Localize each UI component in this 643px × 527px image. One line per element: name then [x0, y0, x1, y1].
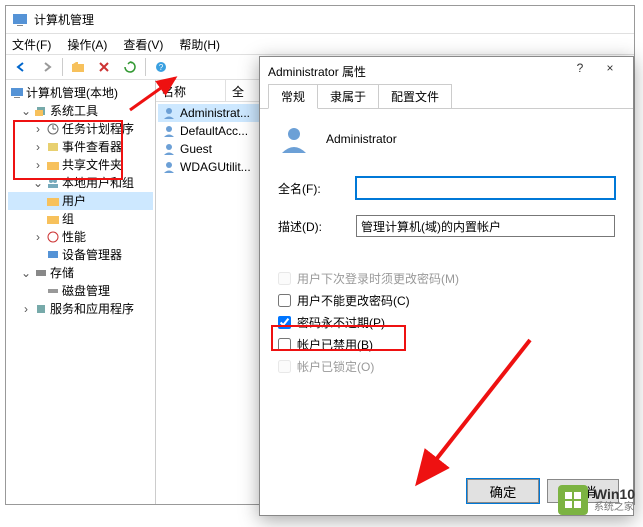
tree-pane[interactable]: 计算机管理(本地) ⌄系统工具 ›任务计划程序 ›事件查看器 ›共享文件夹 ⌄本… [6, 80, 156, 504]
tree-device-manager[interactable]: 设备管理器 [8, 246, 153, 264]
tree-services-apps[interactable]: ›服务和应用程序 [8, 300, 153, 318]
checkbox-change-next-login: 用户下次登录时须更改密码(M) [278, 267, 615, 289]
menubar[interactable]: 文件(F) 操作(A) 查看(V) 帮助(H) [6, 34, 634, 54]
dialog-titlebar[interactable]: Administrator 属性 ? × [260, 57, 633, 85]
menu-view[interactable]: 查看(V) [119, 34, 167, 55]
checkbox-change-next-login-input [278, 272, 291, 285]
fullname-field[interactable] [356, 177, 615, 199]
forward-button[interactable] [36, 56, 58, 78]
ok-button[interactable]: 确定 [467, 479, 539, 503]
menu-action[interactable]: 操作(A) [63, 34, 111, 55]
watermark-line2: 系统之家 [594, 502, 635, 513]
tab-general[interactable]: 常规 [268, 84, 318, 109]
watermark-line1: Win10 [594, 487, 635, 502]
tree-users[interactable]: 用户 [8, 192, 153, 210]
titlebar[interactable]: 计算机管理 [6, 6, 634, 34]
description-field[interactable] [356, 215, 615, 237]
checkbox-account-locked-input [278, 360, 291, 373]
checkbox-account-disabled-input[interactable] [278, 338, 291, 351]
checkbox-cannot-change-input[interactable] [278, 294, 291, 307]
user-icon [278, 123, 310, 155]
tree-groups[interactable]: 组 [8, 210, 153, 228]
tab-member-of[interactable]: 隶属于 [317, 84, 379, 108]
tree-disk-management[interactable]: 磁盘管理 [8, 282, 153, 300]
properties-dialog: Administrator 属性 ? × 常规 隶属于 配置文件 Adminis… [259, 56, 634, 516]
watermark: Win10 系统之家 [558, 485, 635, 515]
tree-storage[interactable]: ⌄存储 [8, 264, 153, 282]
checkbox-never-expire[interactable]: 密码永不过期(P) [278, 311, 615, 333]
help-button[interactable]: ? [150, 56, 172, 78]
tree-performance[interactable]: ›性能 [8, 228, 153, 246]
account-name: Administrator [326, 132, 397, 146]
checkbox-cannot-change[interactable]: 用户不能更改密码(C) [278, 289, 615, 311]
svg-text:?: ? [159, 63, 164, 72]
help-button[interactable]: ? [565, 61, 595, 81]
tree-root[interactable]: 计算机管理(本地) [8, 84, 153, 102]
tree-event-viewer[interactable]: ›事件查看器 [8, 138, 153, 156]
menu-help[interactable]: 帮助(H) [175, 34, 224, 55]
tree-task-scheduler[interactable]: ›任务计划程序 [8, 120, 153, 138]
dialog-title: Administrator 属性 [268, 63, 366, 80]
back-button[interactable] [10, 56, 32, 78]
fullname-label: 全名(F): [278, 180, 356, 197]
tree-shared-folders[interactable]: ›共享文件夹 [8, 156, 153, 174]
checkbox-never-expire-input[interactable] [278, 316, 291, 329]
up-button[interactable] [67, 56, 89, 78]
delete-button[interactable] [93, 56, 115, 78]
close-button[interactable]: × [595, 61, 625, 81]
watermark-icon [558, 485, 588, 515]
description-label: 描述(D): [278, 218, 356, 235]
tab-strip: 常规 隶属于 配置文件 [260, 85, 633, 109]
menu-file[interactable]: 文件(F) [8, 34, 55, 55]
checkbox-account-locked: 帐户已锁定(O) [278, 355, 615, 377]
tree-system-tools[interactable]: ⌄系统工具 [8, 102, 153, 120]
tab-profile[interactable]: 配置文件 [378, 84, 452, 108]
window-title: 计算机管理 [34, 11, 94, 28]
col-name[interactable]: 名称 [156, 80, 226, 101]
tree-local-users-groups[interactable]: ⌄本地用户和组 [8, 174, 153, 192]
refresh-button[interactable] [119, 56, 141, 78]
checkbox-account-disabled[interactable]: 帐户已禁用(B) [278, 333, 615, 355]
app-icon [12, 12, 28, 28]
